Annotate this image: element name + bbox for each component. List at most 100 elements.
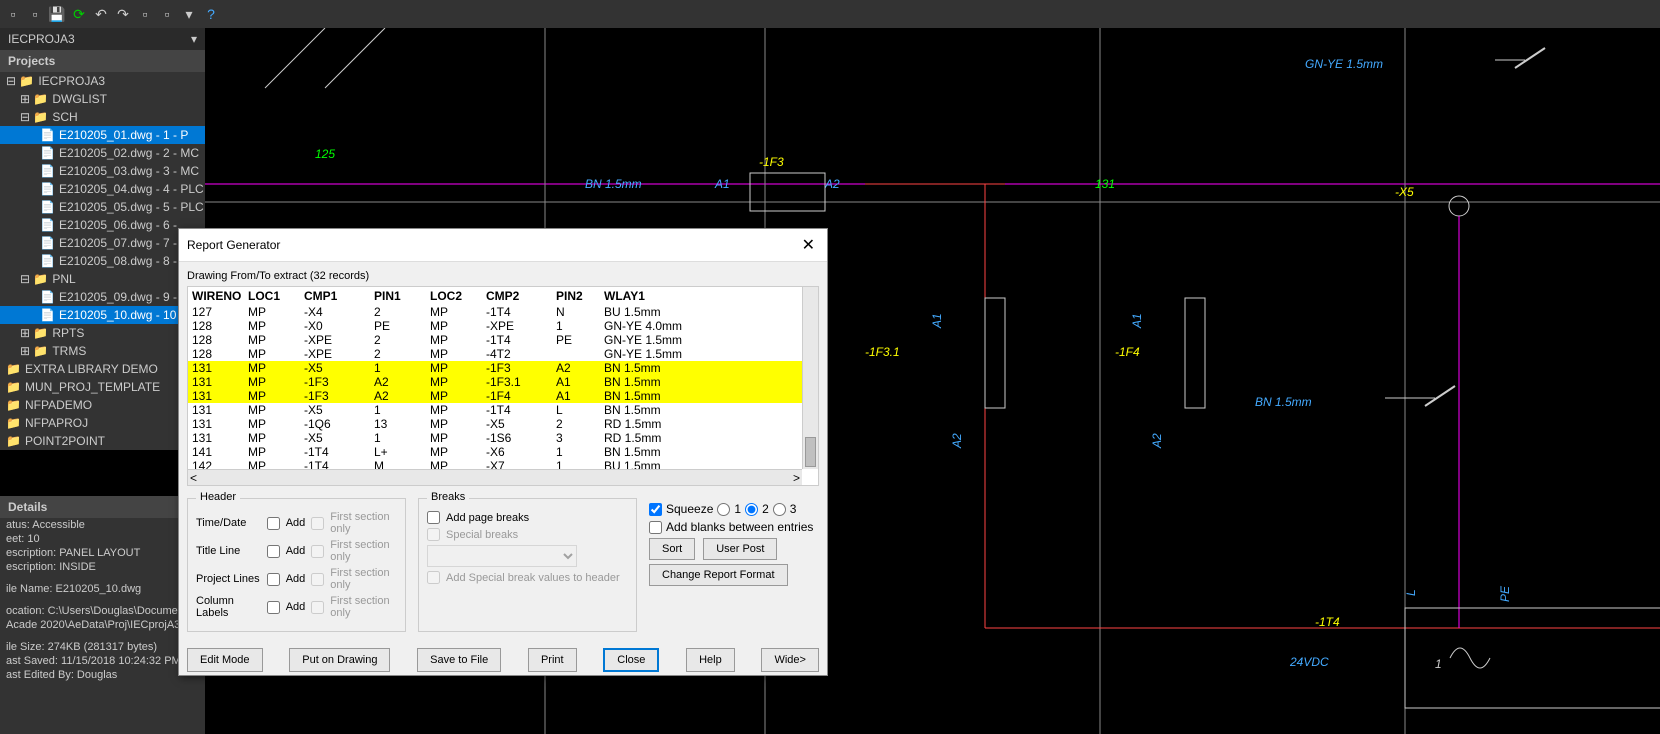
table-row[interactable]: 141MP-1T4L+MP-X61BN 1.5mm bbox=[188, 445, 818, 459]
tree-sch-item[interactable]: 📄E210205_04.dwg - 4 - PLC bbox=[0, 180, 205, 198]
help-icon[interactable]: ? bbox=[202, 5, 220, 23]
editmode-button[interactable]: Edit Mode bbox=[187, 648, 263, 672]
changeformat-button[interactable]: Change Report Format bbox=[649, 564, 788, 586]
tree-sch-item[interactable]: 📄E210205_03.dwg - 3 - MC bbox=[0, 162, 205, 180]
detail-edited: ast Edited By: Douglas bbox=[0, 668, 205, 682]
detail-loc2: Acade 2020\AeData\Proj\IECprojA3 bbox=[0, 618, 205, 632]
projlines-first-checkbox bbox=[311, 573, 324, 586]
tree-other-item[interactable]: 📁MUN_PROJ_TEMPLATE bbox=[0, 378, 205, 396]
tree-pnl[interactable]: ⊟ 📁PNL bbox=[0, 270, 205, 288]
label-x5: -X5 bbox=[1395, 185, 1414, 199]
horizontal-scrollbar[interactable]: <> bbox=[188, 469, 802, 485]
close-button[interactable]: Close bbox=[603, 648, 659, 672]
detail-desc2: escription: INSIDE bbox=[0, 560, 205, 574]
timedate-add-checkbox[interactable] bbox=[267, 517, 280, 530]
details-panel: Details atus: Accessible eet: 10 escript… bbox=[0, 496, 205, 734]
table-row[interactable]: 128MP-XPE2MP-1T4PEGN-YE 1.5mm bbox=[188, 333, 818, 347]
table-row[interactable]: 128MP-X0PEMP-XPE1GN-YE 4.0mm bbox=[188, 319, 818, 333]
label-L: L bbox=[1404, 589, 1418, 596]
table-row[interactable]: 128MP-XPE2MP-4T2GN-YE 1.5mm bbox=[188, 347, 818, 361]
new-icon[interactable]: ▫ bbox=[4, 5, 22, 23]
label-one: 1 bbox=[1435, 657, 1442, 671]
table-row[interactable]: 131MP-X51MP-1T4LBN 1.5mm bbox=[188, 403, 818, 417]
label-bn15-2: BN 1.5mm bbox=[1255, 395, 1312, 409]
titleline-first-checkbox bbox=[311, 545, 324, 558]
tree-sch[interactable]: ⊟ 📁SCH bbox=[0, 108, 205, 126]
label-1t4: -1T4 bbox=[1315, 615, 1340, 629]
project-selector[interactable]: IECPROJA3▾ bbox=[0, 28, 205, 50]
report-grid[interactable]: WIRENOLOC1CMP1PIN1LOC2CMP2PIN2WLAY1 127M… bbox=[187, 286, 819, 486]
collabels-add-checkbox[interactable] bbox=[267, 601, 280, 614]
table-row[interactable]: 131MP-X51MP-1F3A2BN 1.5mm bbox=[188, 361, 818, 375]
tree-other-item[interactable]: 📁EXTRA LIBRARY DEMO bbox=[0, 360, 205, 378]
print-icon[interactable]: ▫ bbox=[136, 5, 154, 23]
tree-other-item[interactable]: 📁NFPAPROJ bbox=[0, 414, 205, 432]
help-button[interactable]: Help bbox=[686, 648, 735, 672]
putondrawing-button[interactable]: Put on Drawing bbox=[289, 648, 390, 672]
tree-pnl-item[interactable]: 📄E210205_10.dwg - 10 - bbox=[0, 306, 205, 324]
squeeze-radio-1[interactable] bbox=[717, 503, 730, 516]
squeeze-radio-3[interactable] bbox=[773, 503, 786, 516]
column-header: WLAY1 bbox=[604, 289, 814, 303]
save-icon[interactable]: 💾 bbox=[48, 5, 66, 23]
squeeze-checkbox[interactable] bbox=[649, 503, 662, 516]
label-a1-2: A1 bbox=[930, 313, 944, 329]
label-125: 125 bbox=[315, 147, 335, 161]
label-1f31: -1F3.1 bbox=[865, 345, 900, 359]
report-generator-dialog: Report Generator ✕ Drawing From/To extra… bbox=[178, 228, 828, 676]
column-header: CMP2 bbox=[486, 289, 556, 303]
tree-sch-item[interactable]: 📄E210205_01.dwg - 1 - P bbox=[0, 126, 205, 144]
detail-status: atus: Accessible bbox=[0, 518, 205, 532]
refresh-icon[interactable]: ⟳ bbox=[70, 5, 88, 23]
label-1f4: -1F4 bbox=[1115, 345, 1140, 359]
plot-icon[interactable]: ▫ bbox=[158, 5, 176, 23]
tree-pnl-item[interactable]: 📄E210205_09.dwg - 9 - bbox=[0, 288, 205, 306]
tree-other-item[interactable]: 📁NFPADEMO bbox=[0, 396, 205, 414]
tree-trms[interactable]: ⊞ 📁TRMS bbox=[0, 342, 205, 360]
tree-sch-item[interactable]: 📄E210205_07.dwg - 7 - bbox=[0, 234, 205, 252]
tree-sch-item[interactable]: 📄E210205_02.dwg - 2 - MC bbox=[0, 144, 205, 162]
undo-icon[interactable]: ↶ bbox=[92, 5, 110, 23]
close-icon[interactable]: ✕ bbox=[798, 235, 819, 255]
print-button[interactable]: Print bbox=[528, 648, 577, 672]
dialog-titlebar[interactable]: Report Generator ✕ bbox=[179, 229, 827, 262]
tree-dwglist[interactable]: ⊞ 📁DWGLIST bbox=[0, 90, 205, 108]
sort-button[interactable]: Sort bbox=[649, 538, 695, 560]
squeeze-radio-2[interactable] bbox=[745, 503, 758, 516]
detail-fsize: ile Size: 274KB (281317 bytes) bbox=[0, 640, 205, 654]
titleline-add-checkbox[interactable] bbox=[267, 545, 280, 558]
detail-fname: ile Name: E210205_10.dwg bbox=[0, 582, 205, 596]
projlines-add-checkbox[interactable] bbox=[267, 573, 280, 586]
wide-button[interactable]: Wide> bbox=[761, 648, 819, 672]
tree-sch-item[interactable]: 📄E210205_08.dwg - 8 - bbox=[0, 252, 205, 270]
quick-access-toolbar: ▫ ▫ 💾 ⟳ ↶ ↷ ▫ ▫ ▾ ? bbox=[0, 0, 1660, 28]
table-row[interactable]: 131MP-1Q613MP-X52RD 1.5mm bbox=[188, 417, 818, 431]
savetofile-button[interactable]: Save to File bbox=[417, 648, 501, 672]
table-row[interactable]: 131MP-X51MP-1S63RD 1.5mm bbox=[188, 431, 818, 445]
timedate-first-checkbox bbox=[311, 517, 324, 530]
tree-sch-item[interactable]: 📄E210205_06.dwg - 6 - bbox=[0, 216, 205, 234]
userpost-button[interactable]: User Post bbox=[703, 538, 777, 560]
collabels-first-checkbox bbox=[311, 601, 324, 614]
addpb-checkbox[interactable] bbox=[427, 511, 440, 524]
dropdown-icon[interactable]: ▾ bbox=[180, 5, 198, 23]
right-options: Squeeze 1 2 3 Add blanks between entries… bbox=[649, 498, 819, 632]
table-row[interactable]: 127MP-X42MP-1T4NBU 1.5mm bbox=[188, 305, 818, 319]
column-header: WIRENO bbox=[192, 289, 248, 303]
open-icon[interactable]: ▫ bbox=[26, 5, 44, 23]
column-header: PIN2 bbox=[556, 289, 604, 303]
table-row[interactable]: 131MP-1F3A2MP-1F4A1BN 1.5mm bbox=[188, 389, 818, 403]
projects-panel-title: Projects bbox=[0, 50, 205, 72]
label-1f3: -1F3 bbox=[759, 155, 784, 169]
vertical-scrollbar[interactable] bbox=[802, 287, 818, 469]
tree-rpts[interactable]: ⊞ 📁RPTS bbox=[0, 324, 205, 342]
table-row[interactable]: 131MP-1F3A2MP-1F3.1A1BN 1.5mm bbox=[188, 375, 818, 389]
header-fieldset: Header Time/DateAddFirst section only Ti… bbox=[187, 498, 406, 632]
label-24vdc: 24VDC bbox=[1289, 655, 1329, 669]
column-header: LOC1 bbox=[248, 289, 304, 303]
redo-icon[interactable]: ↷ bbox=[114, 5, 132, 23]
tree-other-item[interactable]: 📁POINT2POINT bbox=[0, 432, 205, 450]
tree-root[interactable]: ⊟ 📁IECPROJA3 bbox=[0, 72, 205, 90]
tree-sch-item[interactable]: 📄E210205_05.dwg - 5 - PLC bbox=[0, 198, 205, 216]
addblanks-checkbox[interactable] bbox=[649, 521, 662, 534]
